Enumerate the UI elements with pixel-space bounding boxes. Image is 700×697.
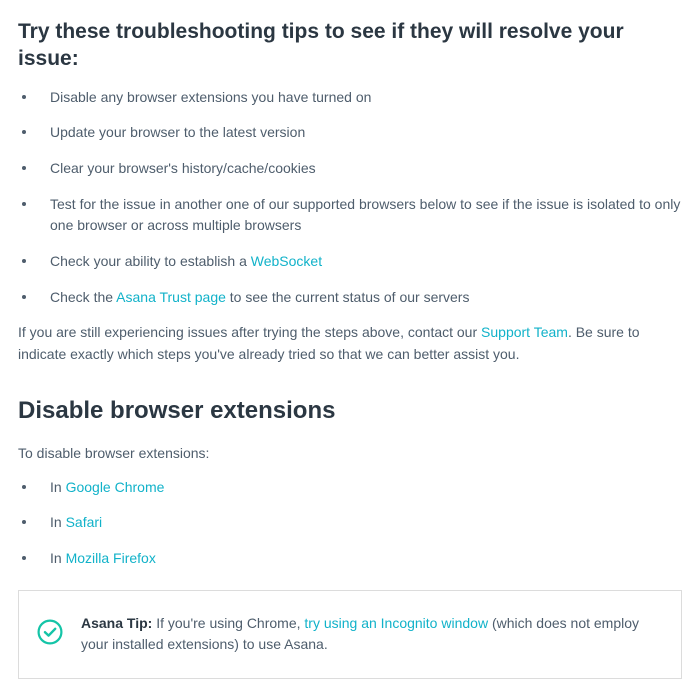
list-item: Check your ability to establish a WebSoc…: [18, 251, 682, 273]
list-item-text: Test for the issue in another one of our…: [50, 196, 680, 234]
websocket-link[interactable]: WebSocket: [251, 253, 322, 269]
list-item: Disable any browser extensions you have …: [18, 87, 682, 109]
list-item: Update your browser to the latest versio…: [18, 122, 682, 144]
support-team-link[interactable]: Support Team: [481, 324, 568, 340]
list-item-text: to see the current status of our servers: [226, 289, 470, 305]
list-item: In Mozilla Firefox: [18, 548, 682, 570]
browsers-list: In Google Chrome In Safari In Mozilla Fi…: [18, 477, 682, 570]
troubleshooting-tips-list: Disable any browser extensions you have …: [18, 87, 682, 309]
list-item-text: In: [50, 479, 66, 495]
list-item: In Safari: [18, 512, 682, 534]
asana-tip-text: Asana Tip: If you're using Chrome, try u…: [81, 613, 659, 656]
checkmark-circle-icon: [37, 619, 63, 645]
mozilla-firefox-link[interactable]: Mozilla Firefox: [66, 550, 156, 566]
disable-extensions-heading: Disable browser extensions: [18, 392, 682, 429]
asana-tip-label: Asana Tip:: [81, 615, 152, 631]
asana-tip-pre: If you're using Chrome,: [152, 615, 304, 631]
safari-link[interactable]: Safari: [66, 514, 103, 530]
list-item: Test for the issue in another one of our…: [18, 194, 682, 237]
list-item-text: Check your ability to establish a: [50, 253, 251, 269]
followup-paragraph: If you are still experiencing issues aft…: [18, 322, 682, 365]
list-item: Clear your browser's history/cache/cooki…: [18, 158, 682, 180]
list-item-text: In: [50, 514, 66, 530]
list-item-text: Update your browser to the latest versio…: [50, 124, 305, 140]
list-item-text: Disable any browser extensions you have …: [50, 89, 371, 105]
disable-extensions-intro: To disable browser extensions:: [18, 443, 682, 465]
list-item-text: In: [50, 550, 66, 566]
asana-tip-box: Asana Tip: If you're using Chrome, try u…: [18, 590, 682, 679]
incognito-window-link[interactable]: try using an Incognito window: [304, 615, 488, 631]
list-item-text: Check the: [50, 289, 116, 305]
google-chrome-link[interactable]: Google Chrome: [66, 479, 165, 495]
followup-text: If you are still experiencing issues aft…: [18, 324, 481, 340]
list-item: In Google Chrome: [18, 477, 682, 499]
list-item-text: Clear your browser's history/cache/cooki…: [50, 160, 316, 176]
troubleshooting-heading: Try these troubleshooting tips to see if…: [18, 18, 682, 73]
list-item: Check the Asana Trust page to see the cu…: [18, 287, 682, 309]
asana-trust-link[interactable]: Asana Trust page: [116, 289, 226, 305]
